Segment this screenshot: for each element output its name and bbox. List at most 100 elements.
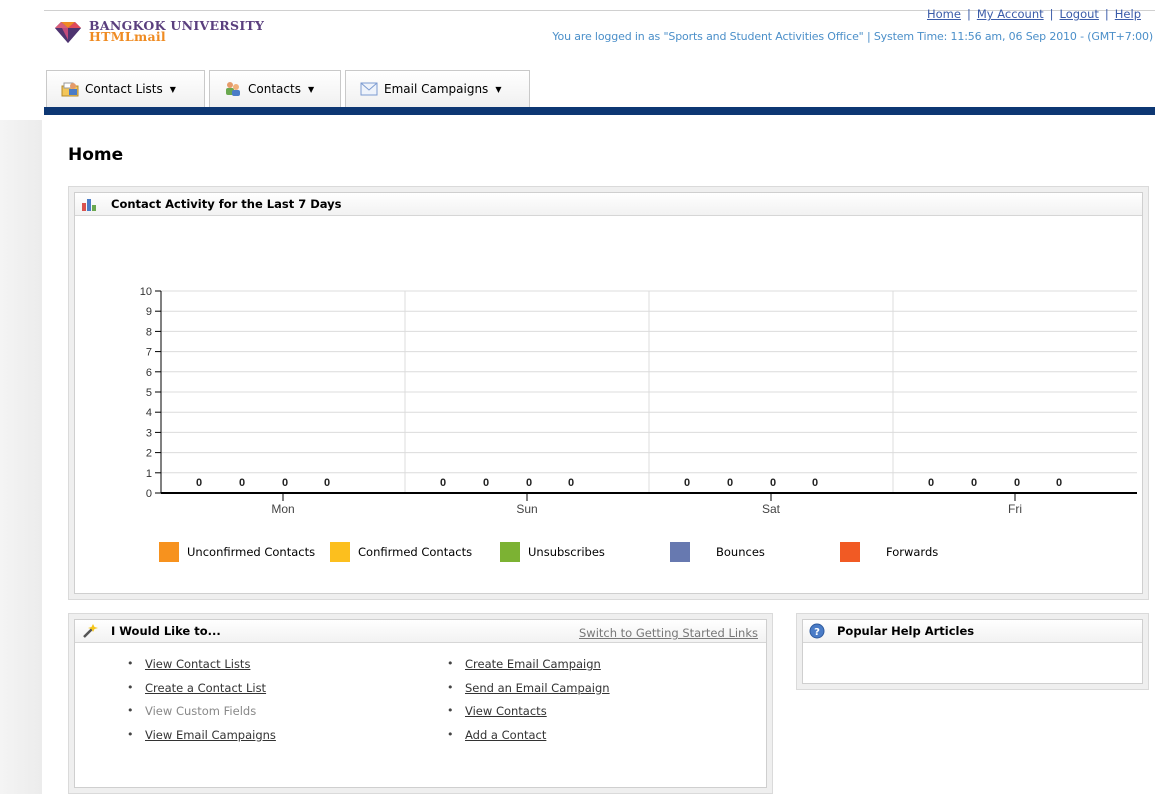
nav-bar — [44, 107, 1155, 115]
contacts-icon — [224, 81, 242, 97]
i-would-like-to-header: I Would Like to... Switch to Getting Sta… — [75, 620, 766, 643]
tab-email-campaigns[interactable]: Email Campaigns ▼ — [345, 70, 530, 107]
y-tick-label: 1 — [146, 468, 152, 480]
y-tick-label: 0 — [146, 488, 152, 500]
magic-wand-icon — [81, 623, 99, 639]
x-tick-label: Mon — [271, 502, 294, 516]
data-label: 0 — [568, 477, 574, 489]
top-links: Home | My Account | Logout | Help — [926, 7, 1141, 21]
list-item: View Custom Fields — [125, 703, 276, 727]
data-label: 0 — [282, 477, 288, 489]
i-would-like-to-panel: I Would Like to... Switch to Getting Sta… — [68, 613, 773, 794]
legend-label: Bounces — [716, 545, 765, 559]
logout-link[interactable]: Logout — [1060, 7, 1099, 21]
y-tick-label: 2 — [146, 448, 152, 460]
activity-chart: 0 1 2 3 4 5 6 7 8 9 10 Mon 0 0 0 0 Sun 0 0 0 0 Sat 0 0 0 0 Fri 0 0 0 0 — [140, 286, 1137, 516]
data-label: 0 — [928, 477, 934, 489]
y-tick-label: 4 — [146, 407, 152, 419]
x-tick-label: Fri — [1008, 502, 1022, 516]
legend-swatch — [159, 542, 179, 562]
chevron-down-icon: ▼ — [169, 84, 176, 94]
left-gutter — [0, 120, 42, 794]
main-nav: Contact Lists ▼ Contacts ▼ Email Campaig… — [46, 70, 534, 107]
legend-item: Confirmed Contacts — [330, 542, 472, 562]
view-contacts-link[interactable]: View Contacts — [465, 704, 547, 718]
logo[interactable]: BANGKOK UNIVERSITY HTMLmail — [53, 19, 264, 44]
contact-activity-title: Contact Activity for the Last 7 Days — [111, 197, 342, 211]
y-tick-label: 9 — [146, 306, 152, 318]
data-label: 0 — [770, 477, 776, 489]
data-label: 0 — [812, 477, 818, 489]
email-icon — [360, 82, 378, 96]
help-link[interactable]: Help — [1115, 7, 1141, 21]
popular-help-header: ? Popular Help Articles — [803, 620, 1142, 643]
legend-swatch — [330, 542, 350, 562]
view-email-campaigns-link[interactable]: View Email Campaigns — [145, 728, 276, 742]
svg-text:?: ? — [814, 627, 820, 638]
legend-item: Unconfirmed Contacts — [159, 542, 315, 562]
add-contact-link[interactable]: Add a Contact — [465, 728, 546, 742]
legend-item: Unsubscribes — [500, 542, 605, 562]
quick-links-col-2: Create Email Campaign Send an Email Camp… — [445, 656, 610, 750]
i-would-like-to-title: I Would Like to... — [111, 624, 221, 638]
legend-swatch — [500, 542, 520, 562]
switch-to-getting-started-link[interactable]: Switch to Getting Started Links — [579, 626, 758, 640]
my-account-link[interactable]: My Account — [977, 7, 1044, 21]
list-item: Create Email Campaign — [445, 656, 610, 680]
y-tick-label: 3 — [146, 427, 152, 439]
list-item: View Email Campaigns — [125, 727, 276, 751]
list-item: Add a Contact — [445, 727, 610, 751]
data-label: 0 — [196, 477, 202, 489]
legend-swatch — [840, 542, 860, 562]
quick-links-col-1: View Contact Lists Create a Contact List… — [125, 656, 276, 750]
legend-label: Forwards — [886, 545, 939, 559]
view-contact-lists-link[interactable]: View Contact Lists — [145, 657, 250, 671]
list-item: Send an Email Campaign — [445, 680, 610, 704]
tab-contacts-label: Contacts — [248, 82, 301, 96]
data-label: 0 — [526, 477, 532, 489]
create-email-campaign-link[interactable]: Create Email Campaign — [465, 657, 601, 671]
data-label: 0 — [239, 477, 245, 489]
data-label: 0 — [971, 477, 977, 489]
data-label: 0 — [1014, 477, 1020, 489]
view-custom-fields-text: View Custom Fields — [145, 704, 257, 718]
y-tick-label: 5 — [146, 387, 152, 399]
send-email-campaign-link[interactable]: Send an Email Campaign — [465, 681, 610, 695]
legend-item: Forwards — [840, 542, 938, 562]
diamond-logo-icon — [55, 22, 81, 43]
create-contact-list-link[interactable]: Create a Contact List — [145, 681, 266, 695]
popular-help-panel: ? Popular Help Articles — [796, 613, 1149, 690]
tab-contacts[interactable]: Contacts ▼ — [209, 70, 341, 107]
y-tick-label: 8 — [146, 326, 152, 338]
popular-help-title: Popular Help Articles — [837, 624, 975, 638]
tab-contact-lists[interactable]: Contact Lists ▼ — [46, 70, 205, 107]
contact-lists-icon — [61, 81, 79, 97]
contact-activity-panel: Contact Activity for the Last 7 Days 0 1 2… — [68, 186, 1149, 600]
data-label: 0 — [440, 477, 446, 489]
contact-activity-header: Contact Activity for the Last 7 Days — [75, 193, 1142, 216]
help-icon: ? — [809, 623, 825, 639]
list-item: Create a Contact List — [125, 680, 276, 704]
data-label: 0 — [1056, 477, 1062, 489]
legend-label: Unconfirmed Contacts — [187, 545, 316, 559]
data-label: 0 — [483, 477, 489, 489]
tab-email-campaigns-label: Email Campaigns — [384, 82, 489, 96]
data-label: 0 — [324, 477, 330, 489]
tab-contact-lists-label: Contact Lists — [85, 82, 163, 96]
home-link[interactable]: Home — [927, 7, 961, 21]
x-tick-label: Sat — [762, 502, 781, 516]
legend-item: Bounces — [670, 542, 765, 562]
y-tick-label: 10 — [140, 286, 152, 298]
y-tick-label: 6 — [146, 367, 152, 379]
legend-swatch — [670, 542, 690, 562]
page-title: Home — [68, 145, 124, 165]
chart-legend: Unconfirmed Contacts Confirmed Contacts Un… — [75, 542, 1142, 562]
x-tick-label: Sun — [516, 502, 537, 516]
login-status: You are logged in as "Sports and Student… — [552, 30, 1153, 43]
data-label: 0 — [727, 477, 733, 489]
list-item: View Contacts — [445, 703, 610, 727]
y-tick-label: 7 — [146, 347, 152, 359]
legend-label: Unsubscribes — [528, 545, 605, 559]
chevron-down-icon: ▼ — [495, 84, 502, 94]
list-item: View Contact Lists — [125, 656, 276, 680]
